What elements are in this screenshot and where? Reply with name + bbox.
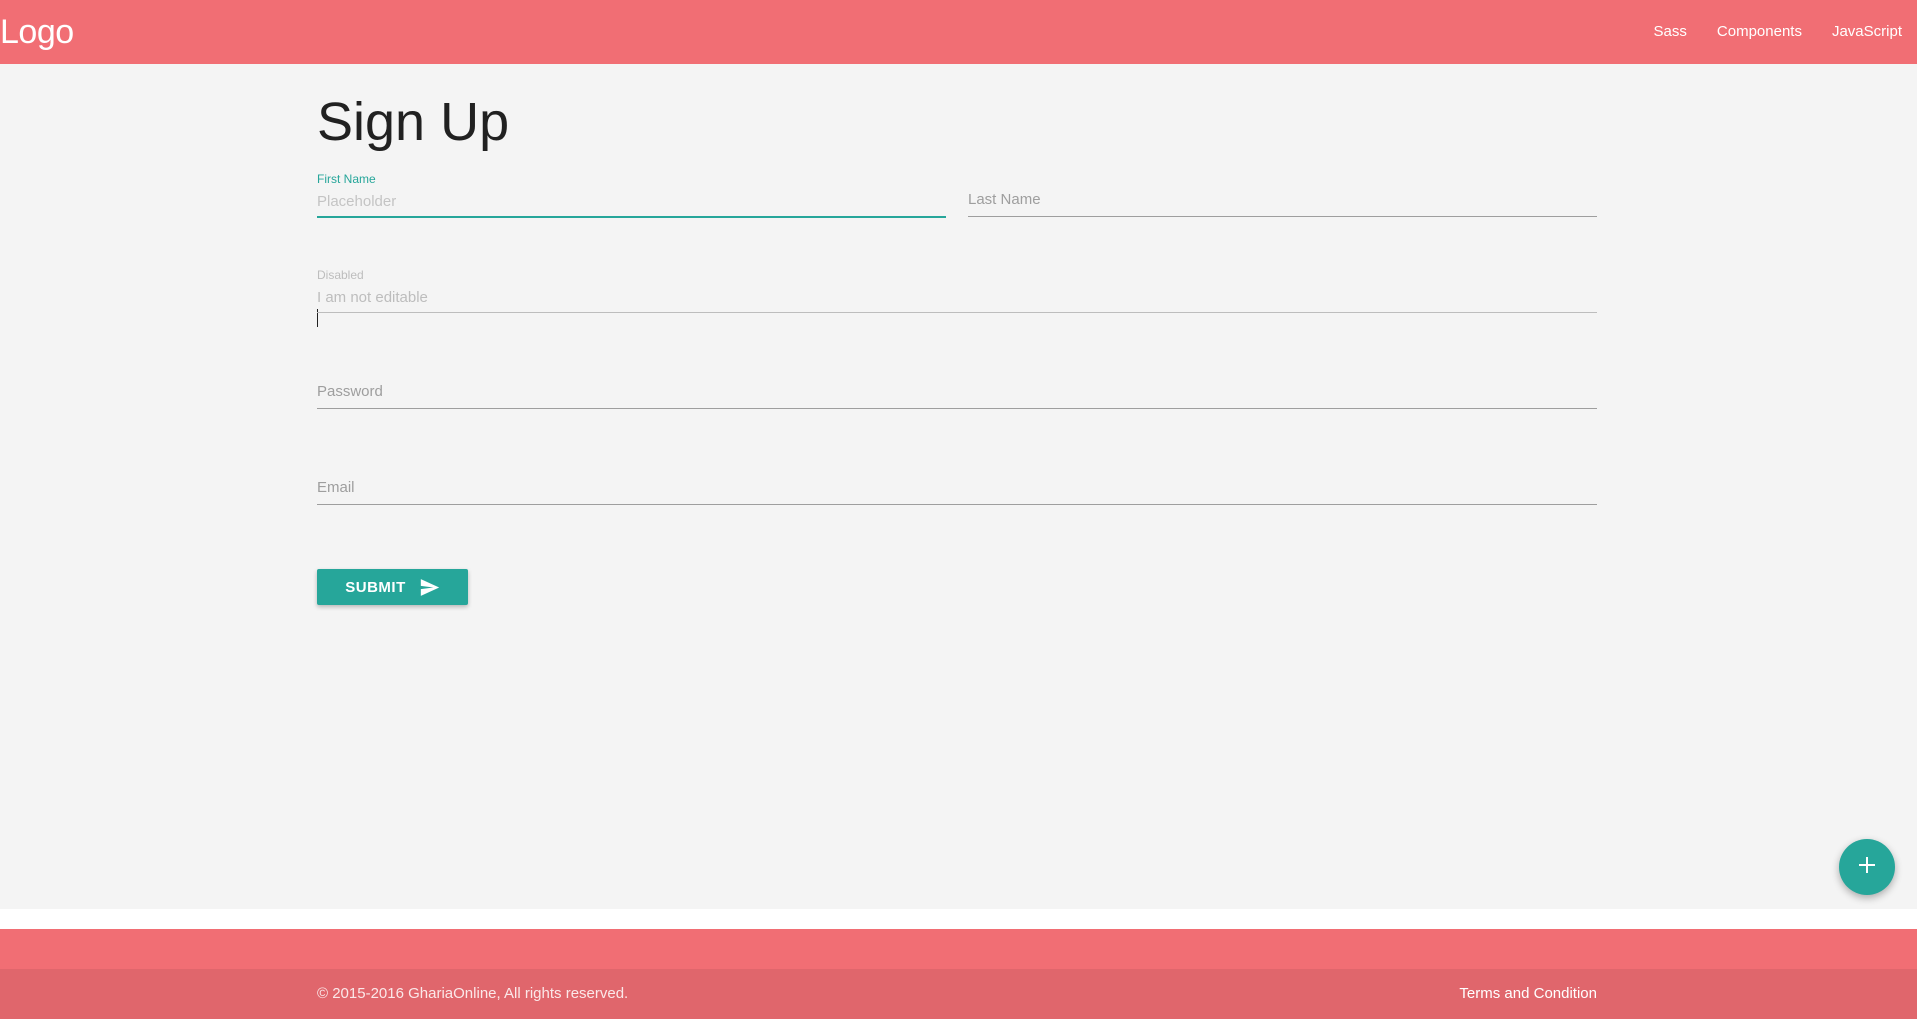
- page-footer: © 2015-2016 GhariaOnline, All rights res…: [0, 929, 1917, 1019]
- first-name-field: First Name: [317, 172, 946, 327]
- send-icon: [420, 578, 440, 596]
- password-field: Password: [317, 364, 1597, 414]
- disabled-field: Disabled: [317, 268, 1597, 318]
- disabled-input: [317, 285, 1597, 309]
- first-name-underline: [317, 216, 946, 218]
- password-input[interactable]: [317, 381, 1597, 405]
- disabled-underline: [317, 312, 1597, 313]
- disabled-label: Disabled: [317, 268, 364, 282]
- submit-button-label: SUBMIT: [345, 578, 406, 596]
- email-field: Email: [317, 460, 1597, 510]
- footer-copyright-bar: © 2015-2016 GhariaOnline, All rights res…: [0, 969, 1917, 1019]
- first-name-label: First Name: [317, 172, 376, 186]
- submit-button[interactable]: SUBMIT: [317, 569, 468, 605]
- terms-link[interactable]: Terms and Condition: [1459, 985, 1597, 1002]
- top-navbar: Logo Sass Components JavaScript: [0, 0, 1917, 64]
- nav-link-components[interactable]: Components: [1702, 0, 1817, 64]
- nav-link-javascript[interactable]: JavaScript: [1817, 0, 1902, 64]
- brand-logo[interactable]: Logo: [0, 12, 74, 52]
- last-name-underline: [968, 216, 1597, 217]
- email-input[interactable]: [317, 477, 1597, 501]
- nav-links: Sass Components JavaScript: [1639, 0, 1902, 64]
- password-underline: [317, 408, 1597, 409]
- email-underline: [317, 504, 1597, 505]
- page-title: Sign Up: [317, 92, 510, 152]
- page-gap: [0, 909, 1917, 929]
- last-name-field: Last Name: [968, 172, 1597, 222]
- first-name-input[interactable]: [317, 189, 946, 213]
- main-content: Sign Up First Name Last Name Disabled Pa…: [0, 64, 1917, 909]
- floating-add-button[interactable]: [1839, 839, 1895, 895]
- nav-link-sass[interactable]: Sass: [1639, 0, 1702, 64]
- plus-icon: [1859, 856, 1875, 878]
- copyright-text: © 2015-2016 GhariaOnline, All rights res…: [317, 985, 629, 1002]
- last-name-input[interactable]: [968, 189, 1597, 213]
